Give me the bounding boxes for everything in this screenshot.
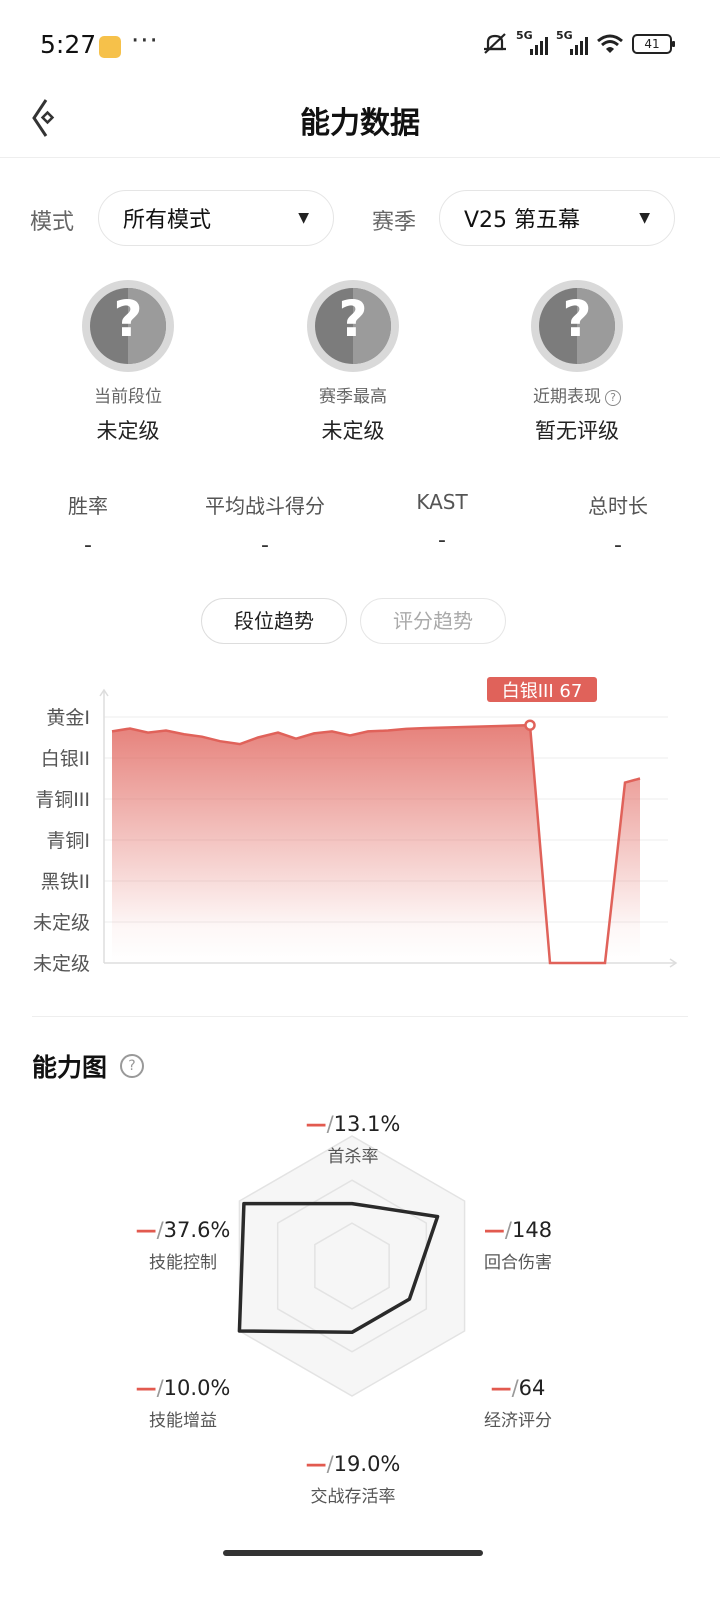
rank-trend-chart: 黄金I白银II青铜III青铜I黑铁II未定级未定级白银III 67 (33, 677, 678, 975)
radar-label-skill-control: —/37.6% 技能控制 (135, 1218, 231, 1273)
y-tick-label: 青铜I (46, 830, 90, 852)
more-notifications-icon: ··· (131, 26, 159, 56)
unranked-badge-icon: ? (307, 280, 399, 372)
stat-value: - (614, 533, 622, 558)
notes-app-icon (99, 36, 121, 58)
radar-label-round-damage: —/148 回合伤害 (483, 1218, 553, 1273)
y-tick-label: 未定级 (33, 953, 90, 975)
season-select[interactable]: V25 第五幕 ▼ (439, 190, 675, 246)
rank-value: 暂无评级 (535, 419, 619, 443)
rank-value: 未定级 (321, 419, 385, 443)
radar-ring-outer (238, 1135, 466, 1397)
radar-label-survival: —/19.0% 交战存活率 (305, 1452, 401, 1507)
caret-down-icon: ▼ (639, 210, 650, 226)
rank-label: 当前段位 (94, 387, 162, 407)
season-label: 赛季 (372, 210, 417, 235)
mute-icon (484, 33, 506, 54)
wifi-icon (597, 34, 623, 53)
unranked-badge-icon: ? (82, 280, 174, 372)
stat-label: 平均战斗得分 (205, 494, 325, 518)
battery-icon: 41 (632, 34, 675, 54)
stat-win-rate: 胜率 - (0, 490, 178, 558)
stat-value: - (438, 528, 446, 553)
divider (32, 1016, 688, 1017)
stat-value: - (261, 533, 269, 558)
season-select-value: V25 第五幕 (464, 208, 581, 233)
ability-radar: —/13.1% 首杀率 —/148 回合伤害 —/64 经济评分 —/19.0%… (0, 1100, 720, 1520)
radar-label-skill-buff: —/10.0% 技能增益 (135, 1376, 231, 1431)
mode-select[interactable]: 所有模式 ▼ (98, 190, 334, 246)
highlight-point (524, 719, 536, 731)
stat-kast: KAST - (352, 490, 532, 553)
stat-avg-combat-score: 平均战斗得分 - (175, 490, 355, 558)
y-tick-label: 黑铁II (41, 871, 90, 893)
status-icons: 5G 5G 41 (482, 29, 675, 56)
caret-down-icon: ▼ (298, 210, 309, 226)
status-bar: 5:27 ··· 5G 5G 41 (0, 0, 720, 92)
header: 能力数据 (0, 92, 720, 158)
radar-label-economy: —/64 经济评分 (484, 1376, 552, 1431)
rank-label-row: 近期表现? (487, 382, 667, 407)
ability-title: 能力图 (32, 1053, 108, 1082)
home-indicator[interactable] (223, 1550, 483, 1556)
unranked-badge-icon: ? (531, 280, 623, 372)
stat-total-time: 总时长 - (528, 490, 708, 558)
tab-score-trend[interactable]: 评分趋势 (360, 598, 506, 644)
tooltip-label: 白银III 67 (502, 681, 583, 702)
page-title: 能力数据 (300, 106, 420, 141)
stat-label: KAST (416, 490, 468, 514)
help-icon[interactable]: ? (605, 390, 621, 406)
y-tick-label: 未定级 (33, 912, 90, 934)
recent-performance: ? 近期表现? 暂无评级 (487, 280, 667, 445)
season-highest-rank: ? 赛季最高 未定级 (263, 280, 443, 445)
help-icon[interactable]: ? (120, 1054, 144, 1078)
stat-label: 胜率 (68, 494, 108, 518)
rank-label: 赛季最高 (319, 387, 387, 407)
trend-area (112, 725, 640, 963)
signal-icon: 5G (516, 29, 548, 55)
current-rank: ? 当前段位 未定级 (38, 280, 218, 445)
mode-select-value: 所有模式 (123, 208, 212, 233)
rank-label: 近期表现 (533, 387, 601, 407)
y-tick-label: 白银II (41, 748, 90, 770)
y-tick-label: 青铜III (35, 789, 90, 811)
stat-value: - (84, 533, 92, 558)
y-tick-label: 黄金I (46, 707, 90, 729)
status-time: 5:27 (40, 30, 97, 59)
radar-label-first-kill: —/13.1% 首杀率 (305, 1112, 401, 1167)
tab-rank-trend[interactable]: 段位趋势 (201, 598, 347, 644)
mode-label: 模式 (30, 210, 75, 235)
rank-value: 未定级 (96, 419, 160, 443)
signal-icon-2: 5G (556, 29, 588, 55)
stat-label: 总时长 (588, 494, 648, 518)
